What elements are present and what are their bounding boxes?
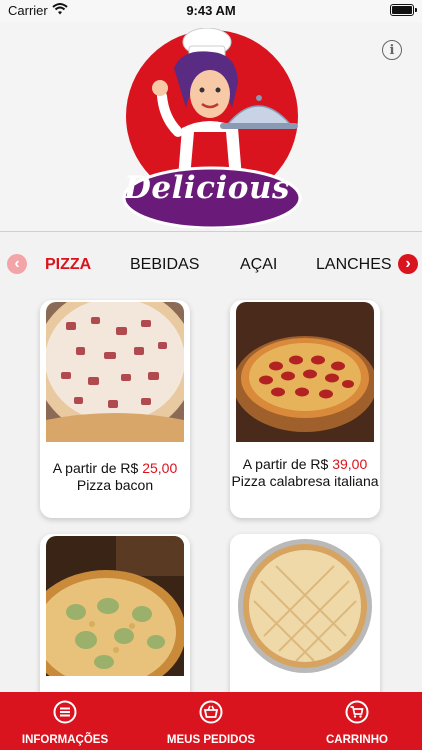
info-icon[interactable]: i (382, 40, 402, 60)
product-card[interactable]: A partir de R$ 39,00 Pizza calabresa ita… (230, 300, 380, 518)
tab-lanches[interactable]: LANCHES (316, 256, 392, 274)
status-time: 9:43 AM (186, 3, 236, 18)
basket-icon (199, 700, 223, 724)
product-card[interactable] (230, 534, 380, 692)
tab-bebidas[interactable]: BEBIDAS (130, 256, 199, 274)
tab-pizza[interactable]: PIZZA (45, 256, 91, 274)
battery-icon (390, 4, 417, 16)
chevron-left-icon[interactable]: ‹ (7, 254, 27, 274)
product-image (46, 536, 184, 676)
nav-meus-pedidos[interactable]: MEUS PEDIDOS (156, 692, 266, 750)
status-bar: Carrier 9:43 AM (0, 0, 422, 22)
category-bar: ‹ PIZZA BEBIDAS AÇAI LANCHES › (0, 244, 422, 288)
product-price: 25,00 (142, 460, 178, 476)
product-card[interactable] (40, 534, 190, 692)
bottom-nav: INFORMAÇÕES MEUS PEDIDOS CARRINHO (0, 692, 422, 750)
product-price: 39,00 (332, 456, 368, 472)
product-image (236, 302, 374, 442)
header: i Delicious (0, 22, 422, 232)
nav-label: CARRINHO (326, 734, 388, 746)
nav-label: MEUS PEDIDOS (166, 734, 256, 746)
tab-acai[interactable]: AÇAI (240, 256, 277, 274)
product-name: Pizza calabresa italiana (231, 473, 379, 489)
product-info: A partir de R$ 39,00 Pizza calabresa ita… (230, 456, 380, 490)
product-info: A partir de R$ 25,00 Pizza bacon (40, 460, 190, 494)
product-name: Pizza bacon (76, 477, 154, 493)
product-image (46, 302, 184, 442)
product-card[interactable]: A partir de R$ 25,00 Pizza bacon (40, 300, 190, 518)
nav-label: INFORMAÇÕES (21, 734, 109, 746)
product-image (236, 536, 374, 676)
nav-carrinho[interactable]: CARRINHO (302, 692, 412, 750)
chevron-right-icon[interactable]: › (398, 254, 418, 274)
price-prefix: A partir de R$ (242, 456, 333, 472)
cart-icon (345, 700, 369, 724)
menu-icon (53, 700, 77, 724)
nav-informacoes[interactable]: INFORMAÇÕES (10, 692, 120, 750)
product-grid: A partir de R$ 25,00 Pizza bacon A parti… (0, 298, 422, 692)
brand-logo-text: Delicious (124, 170, 290, 206)
price-prefix: A partir de R$ (52, 460, 143, 476)
